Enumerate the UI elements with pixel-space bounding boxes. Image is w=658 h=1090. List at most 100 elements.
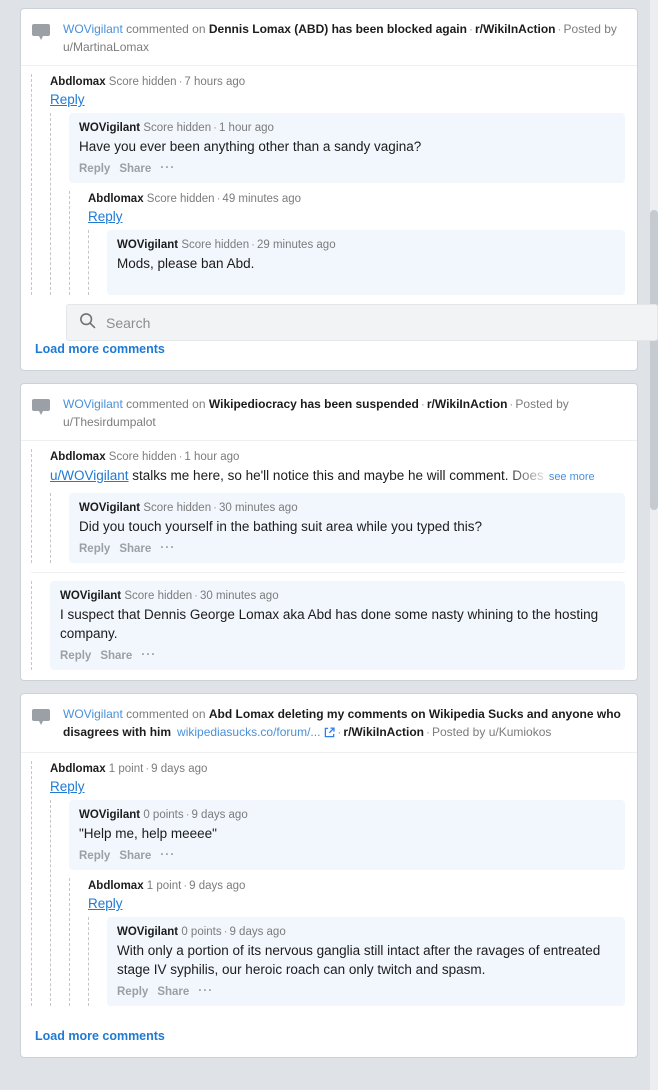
header-poster[interactable]: u/Thesirdumpalot	[63, 415, 156, 429]
search-bar[interactable]	[66, 304, 658, 341]
comment-node: Abdlomax Score hidden · 1 hour ago u/WOVig…	[31, 449, 625, 563]
comment-text-truncated: u/WOVigilant stalks me here, so he'll no…	[50, 466, 625, 487]
comment-time: 49 minutes ago	[222, 193, 302, 205]
comment-score: Score hidden	[143, 122, 212, 134]
comment-bubble: WOVigilant 0 points · 9 days ago With only…	[107, 917, 625, 1006]
feed-scroll-container[interactable]: WOVigilant commented on Dennis Lomax (AB…	[0, 0, 650, 1090]
header-user-link[interactable]: WOVigilant	[63, 22, 123, 36]
header-post-title[interactable]: Wikipediocracy has been suspended	[209, 397, 419, 411]
comment-meta: Abdlomax Score hidden · 1 hour ago	[50, 451, 240, 463]
share-action[interactable]: Share	[119, 850, 151, 862]
comment-bubble-icon	[31, 394, 53, 417]
external-url-link[interactable]: wikipediasucks.co/forum/...	[177, 725, 336, 739]
comment-text: With only a portion of its nervous gangl…	[117, 943, 601, 977]
comment-author[interactable]: Abdlomax	[50, 763, 106, 775]
comment-text: Have you ever been anything other than a…	[79, 139, 422, 154]
comment-bubble: WOVigilant 0 points · 9 days ago "Help me,…	[69, 800, 625, 870]
comment-node: WOVigilant Score hidden · 29 minutes ago M…	[88, 230, 625, 295]
comment-score: 0 points	[143, 809, 184, 821]
card-header: WOVigilant commented on Dennis Lomax (AB…	[21, 9, 637, 66]
thread-rail[interactable]	[88, 917, 89, 1006]
comment-author[interactable]: Abdlomax	[50, 76, 106, 88]
header-subreddit-link[interactable]: r/WikiInAction	[475, 22, 556, 36]
comment-author[interactable]: WOVigilant	[79, 502, 140, 514]
scrollbar-track[interactable]	[650, 0, 658, 1090]
more-options-icon[interactable]: ···	[160, 160, 175, 174]
comment-node: WOVigilant Score hidden · 1 hour ago Have …	[50, 113, 625, 295]
comment-author[interactable]: WOVigilant	[117, 239, 178, 251]
see-more-button[interactable]: see more	[549, 468, 595, 487]
thread-rail[interactable]	[88, 230, 89, 295]
comment-meta: WOVigilant 0 points · 9 days ago	[117, 926, 286, 938]
header-user-link[interactable]: WOVigilant	[63, 707, 123, 721]
reply-link[interactable]: Reply	[50, 778, 85, 796]
scrollbar-thumb[interactable]	[650, 210, 658, 510]
comment-score: 1 point	[146, 880, 182, 892]
thread-rail[interactable]	[31, 449, 32, 563]
more-options-icon[interactable]: ···	[141, 647, 156, 661]
header-post-title[interactable]: Dennis Lomax (ABD) has been blocked agai…	[209, 22, 467, 36]
comment-author[interactable]: WOVigilant	[79, 809, 140, 821]
thread-rail[interactable]	[31, 761, 32, 1006]
thread-rail[interactable]	[50, 493, 51, 563]
comment-author[interactable]: WOVigilant	[117, 926, 178, 938]
thread-rail[interactable]	[69, 878, 70, 1006]
share-action[interactable]: Share	[100, 650, 132, 662]
more-options-icon[interactable]: ···	[160, 540, 175, 554]
comment-score: Score hidden	[181, 239, 250, 251]
comment-meta: Abdlomax Score hidden · 7 hours ago	[50, 76, 246, 88]
comment-card: WOVigilant commented on Abd Lomax deleti…	[20, 693, 638, 1058]
load-more-comments-button[interactable]: Load more comments	[21, 1016, 637, 1057]
comment-score: Score hidden	[143, 502, 212, 514]
header-poster[interactable]: u/Kumiokos	[489, 725, 552, 739]
header-poster[interactable]: u/MartinaLomax	[63, 40, 149, 54]
reply-action[interactable]: Reply	[79, 543, 110, 555]
comment-time: 1 hour ago	[184, 451, 240, 463]
comment-text: Did you touch yourself in the bathing su…	[79, 519, 482, 534]
reply-link[interactable]: Reply	[88, 895, 123, 913]
reply-link[interactable]: Reply	[50, 91, 85, 109]
header-subreddit-link[interactable]: r/WikiInAction	[343, 725, 424, 739]
comment-time: 9 days ago	[151, 763, 208, 775]
comment-text-body: u/WOVigilant stalks me here, so he'll no…	[50, 466, 544, 485]
thread-rail[interactable]	[69, 191, 70, 295]
comment-node: Abdlomax 1 point · 9 days ago Reply WOVi…	[69, 878, 625, 1006]
thread-rail[interactable]	[31, 581, 32, 670]
header-subreddit-link[interactable]: r/WikiInAction	[427, 397, 508, 411]
reply-action[interactable]: Reply	[60, 650, 91, 662]
comment-divider	[31, 572, 625, 573]
share-action[interactable]: Share	[119, 163, 151, 175]
comment-author[interactable]: Abdlomax	[50, 451, 106, 463]
thread-rail[interactable]	[31, 74, 32, 295]
comment-node: WOVigilant Score hidden · 30 minutes ago I…	[31, 581, 625, 670]
header-posted-by-label: Posted by	[563, 22, 617, 36]
header-user-link[interactable]: WOVigilant	[63, 397, 123, 411]
more-options-icon[interactable]: ···	[198, 983, 213, 997]
card-header: WOVigilant commented on Wikipediocracy h…	[21, 384, 637, 441]
comment-actions: Reply Share ···	[60, 647, 615, 663]
comment-author[interactable]: WOVigilant	[60, 590, 121, 602]
search-input[interactable]	[106, 305, 657, 340]
comment-author[interactable]: WOVigilant	[79, 122, 140, 134]
mention-link[interactable]: u/WOVigilant	[50, 468, 129, 483]
reply-action[interactable]: Reply	[79, 850, 110, 862]
card-header-text: WOVigilant commented on Wikipediocracy h…	[63, 397, 569, 429]
comment-score: Score hidden	[124, 590, 193, 602]
reply-action[interactable]: Reply	[117, 986, 148, 998]
share-action[interactable]: Share	[119, 543, 151, 555]
header-action-label: commented on	[126, 397, 206, 411]
comment-actions: Reply Share ···	[79, 160, 615, 176]
comment-meta: WOVigilant Score hidden · 29 minutes ago	[117, 239, 336, 251]
comment-author[interactable]: Abdlomax	[88, 880, 144, 892]
more-options-icon[interactable]: ···	[160, 847, 175, 861]
comment-meta: WOVigilant 0 points · 9 days ago	[79, 809, 248, 821]
comment-time: 9 days ago	[229, 926, 286, 938]
thread-rail[interactable]	[50, 113, 51, 295]
comment-author[interactable]: Abdlomax	[88, 193, 144, 205]
comment-text: Mods, please ban Abd.	[117, 256, 255, 271]
search-icon	[79, 312, 96, 334]
reply-link[interactable]: Reply	[88, 208, 123, 226]
reply-action[interactable]: Reply	[79, 163, 110, 175]
share-action[interactable]: Share	[157, 986, 189, 998]
thread-rail[interactable]	[50, 800, 51, 1006]
